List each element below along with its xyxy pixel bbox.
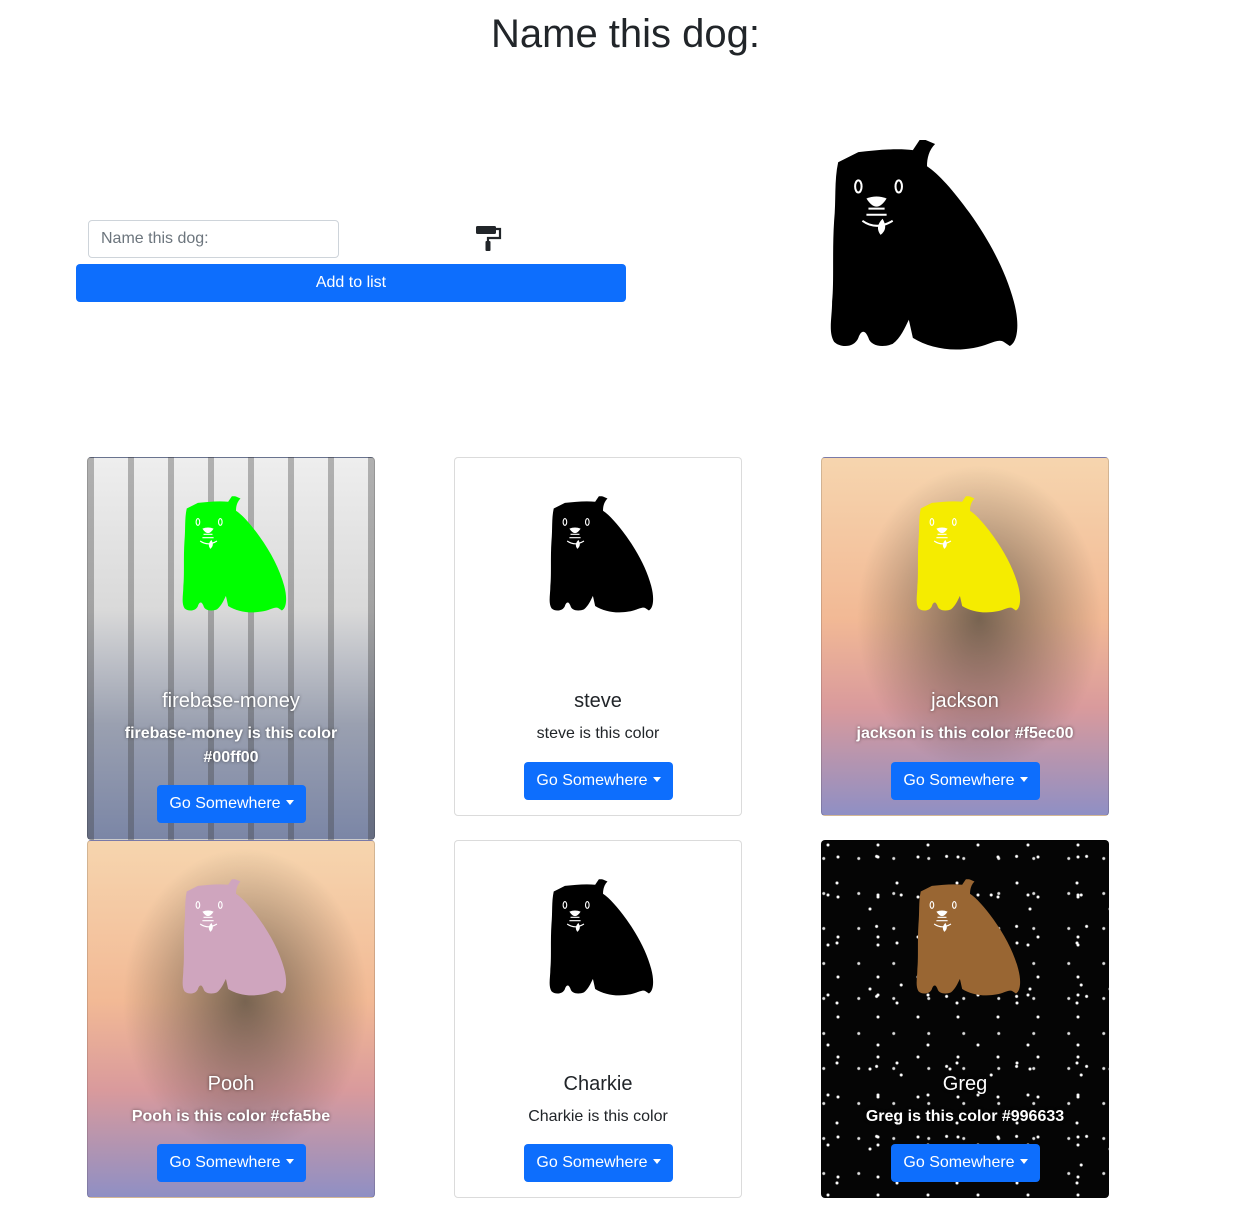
go-somewhere-dropdown-button[interactable]: Go Somewhere <box>157 1144 306 1182</box>
card-title: jackson <box>931 690 999 712</box>
dog-image <box>547 877 659 999</box>
card-title: firebase-money <box>162 690 300 712</box>
caret-down-icon <box>285 1159 294 1164</box>
caret-down-icon <box>1019 1159 1028 1164</box>
caret-down-icon <box>652 1159 661 1164</box>
go-somewhere-label: Go Somewhere <box>169 1154 281 1171</box>
dog-image <box>547 494 659 616</box>
dog-card-pooh: Pooh Pooh is this color #cfa5be Go Somew… <box>87 840 375 1198</box>
card-text: Greg is this color #996633 <box>865 1108 1065 1125</box>
add-to-list-button[interactable]: Add to list <box>76 264 626 302</box>
card-text: firebase-money is this color #00ff00 <box>124 725 338 766</box>
go-somewhere-label: Go Somewhere <box>536 772 648 789</box>
dog-card-charkie: Charkie Charkie is this color Go Somewhe… <box>454 840 742 1198</box>
dog-image <box>914 494 1026 616</box>
caret-down-icon <box>652 777 661 782</box>
card-title: steve <box>574 690 622 712</box>
caret-down-icon <box>285 800 294 805</box>
go-somewhere-dropdown-button[interactable]: Go Somewhere <box>524 1144 673 1182</box>
dog-name-input[interactable] <box>88 220 339 258</box>
go-somewhere-label: Go Somewhere <box>536 1154 648 1171</box>
card-title: Pooh <box>207 1073 255 1095</box>
go-somewhere-label: Go Somewhere <box>903 1154 1015 1171</box>
caret-down-icon <box>1019 777 1028 782</box>
hero-dog-image <box>826 140 1028 352</box>
dog-card-firebase-money: firebase-money firebase-money is this co… <box>87 457 375 840</box>
dog-image <box>914 877 1026 999</box>
card-text: jackson is this color #f5ec00 <box>856 725 1074 742</box>
card-text: Pooh is this color #cfa5be <box>131 1108 331 1125</box>
go-somewhere-dropdown-button[interactable]: Go Somewhere <box>524 762 673 800</box>
card-title: Greg <box>942 1073 988 1095</box>
dog-card-steve: steve steve is this color Go Somewhere <box>454 457 742 816</box>
card-text: Charkie is this color <box>528 1108 668 1125</box>
go-somewhere-label: Go Somewhere <box>169 795 281 812</box>
dog-card-jackson: jackson jackson is this color #f5ec00 Go… <box>821 457 1109 816</box>
go-somewhere-dropdown-button[interactable]: Go Somewhere <box>157 785 306 823</box>
card-title: Charkie <box>563 1073 633 1095</box>
paint-roller-button[interactable] <box>474 224 502 252</box>
go-somewhere-dropdown-button[interactable]: Go Somewhere <box>891 1144 1040 1182</box>
paint-roller-icon <box>476 226 502 251</box>
dog-image <box>180 877 292 999</box>
go-somewhere-dropdown-button[interactable]: Go Somewhere <box>891 762 1040 800</box>
dog-card-greg: Greg Greg is this color #996633 Go Somew… <box>821 840 1109 1198</box>
go-somewhere-label: Go Somewhere <box>903 772 1015 789</box>
card-text: steve is this color <box>536 725 660 742</box>
page-title: Name this dog: <box>490 12 761 56</box>
dog-image <box>180 494 292 616</box>
